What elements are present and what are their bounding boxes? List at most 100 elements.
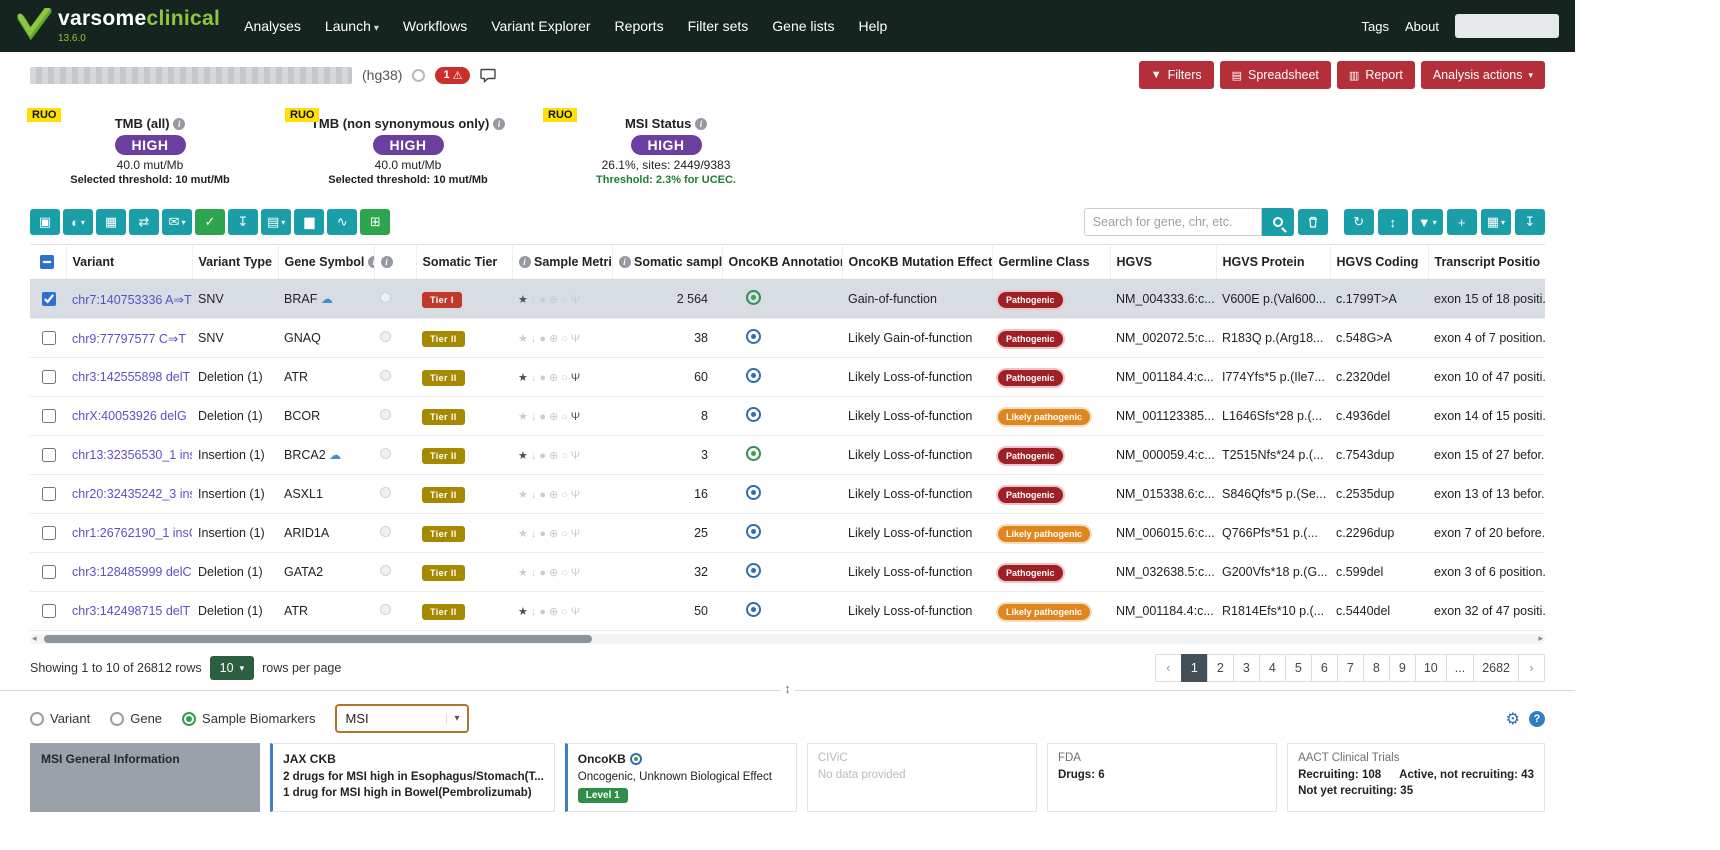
- page-button-7[interactable]: 7: [1337, 654, 1364, 682]
- row-checkbox[interactable]: [42, 565, 56, 579]
- info-icon[interactable]: i: [493, 118, 505, 130]
- page-button-6[interactable]: 6: [1311, 654, 1338, 682]
- sort-button[interactable]: ↕: [1378, 209, 1408, 235]
- sample-metrics-cell[interactable]: ★↓●⊕○Ψ: [512, 436, 612, 475]
- row-checkbox[interactable]: [42, 487, 56, 501]
- bookmark-icon[interactable]: ★: [518, 450, 528, 462]
- files-button[interactable]: ▤▾: [261, 209, 291, 235]
- download-icon[interactable]: ↓: [531, 567, 537, 579]
- comments-bubble-icon[interactable]: [480, 68, 496, 83]
- info-icon[interactable]: i: [619, 256, 631, 268]
- summary-button[interactable]: ▣: [30, 209, 60, 235]
- somatic-tier-badge[interactable]: Tier II: [422, 565, 465, 581]
- fork-icon[interactable]: Ψ: [571, 372, 580, 384]
- filters-button[interactable]: ▼Filters: [1139, 61, 1214, 89]
- civic-card[interactable]: CIViC No data provided: [807, 743, 1037, 812]
- info-icon[interactable]: i: [519, 256, 531, 268]
- col-gene-symbol[interactable]: Gene Symbol i: [278, 245, 374, 280]
- variant-link[interactable]: chr20:32435242_3 insC: [72, 487, 192, 501]
- nav-item-filter-sets[interactable]: Filter sets: [688, 18, 749, 34]
- somatic-tier-badge[interactable]: Tier II: [422, 331, 465, 347]
- nav-item-tags[interactable]: Tags: [1362, 19, 1389, 34]
- bookmark-icon[interactable]: ★: [518, 528, 528, 540]
- info-icon[interactable]: i: [173, 118, 185, 130]
- variant-link[interactable]: chrX:40053926 delG: [72, 409, 187, 423]
- person-icon[interactable]: ●: [539, 294, 546, 306]
- circle-icon[interactable]: ○: [561, 411, 568, 423]
- somatic-tier-badge[interactable]: Tier II: [422, 448, 465, 464]
- msi-general-information-card[interactable]: MSI General Information: [30, 743, 260, 812]
- globe-icon[interactable]: ⊕: [549, 450, 558, 462]
- col-variant-type[interactable]: Variant Type: [192, 245, 278, 280]
- oncokb-target-icon[interactable]: [746, 524, 761, 539]
- fork-icon[interactable]: Ψ: [571, 489, 580, 501]
- col-oncokb-annotation[interactable]: OncoKB Annotation: [722, 245, 842, 280]
- table-row[interactable]: chr9:77797577 C⇒TSNVGNAQTier II★↓●⊕○Ψ38L…: [30, 319, 1545, 358]
- globe-icon[interactable]: ⊕: [549, 411, 558, 423]
- nav-item-reports[interactable]: Reports: [615, 18, 664, 34]
- germline-class-badge[interactable]: Pathogenic: [998, 331, 1063, 347]
- annotation-cloud-icon[interactable]: ☁: [321, 292, 333, 306]
- oncokb-card[interactable]: OncoKB Oncogenic, Unknown Biological Eff…: [565, 743, 797, 812]
- download-icon[interactable]: ↓: [531, 372, 537, 384]
- fork-icon[interactable]: Ψ: [571, 606, 580, 618]
- nav-item-gene-lists[interactable]: Gene lists: [772, 18, 834, 34]
- germline-class-badge[interactable]: Likely pathogenic: [998, 526, 1090, 542]
- search-input[interactable]: [1084, 208, 1262, 236]
- page-button-9[interactable]: 9: [1389, 654, 1416, 682]
- row-checkbox[interactable]: [42, 526, 56, 540]
- bookmark-icon[interactable]: ★: [518, 333, 528, 345]
- somatic-tier-badge[interactable]: Tier II: [422, 370, 465, 386]
- select-all-checkbox[interactable]: [40, 255, 54, 269]
- radio-variant[interactable]: Variant: [30, 711, 90, 726]
- nav-item-workflows[interactable]: Workflows: [403, 18, 467, 34]
- coverage-table-button[interactable]: ▦: [96, 209, 126, 235]
- germline-class-badge[interactable]: Likely pathogenic: [998, 604, 1090, 620]
- sample-metrics-cell[interactable]: ★↓●⊕○Ψ: [512, 319, 612, 358]
- person-icon[interactable]: ●: [539, 450, 546, 462]
- next-page-button[interactable]: ›: [1518, 654, 1545, 682]
- page-button-10[interactable]: 10: [1415, 654, 1447, 682]
- col-flags[interactable]: i: [374, 245, 416, 280]
- oncokb-target-icon[interactable]: [746, 329, 761, 344]
- row-checkbox[interactable]: [42, 604, 56, 618]
- approve-button[interactable]: ✓: [195, 209, 225, 235]
- oncokb-target-icon[interactable]: [746, 602, 761, 617]
- oncokb-target-icon[interactable]: [746, 485, 761, 500]
- radio-sample-biomarkers[interactable]: Sample Biomarkers: [182, 711, 315, 726]
- page-button-1[interactable]: 1: [1181, 654, 1208, 682]
- variant-link[interactable]: chr9:77797577 C⇒T: [72, 332, 186, 346]
- col-oncokb-mutation-effect[interactable]: OncoKB Mutation Effect: [842, 245, 992, 280]
- sample-metrics-cell[interactable]: ★↓●⊕○Ψ: [512, 514, 612, 553]
- sample-metrics-cell[interactable]: ★↓●⊕○Ψ: [512, 553, 612, 592]
- status-ring-icon[interactable]: [412, 69, 425, 82]
- tmb-all-card[interactable]: RUO TMB (all) i HIGH 40.0 mut/Mb Selecte…: [25, 108, 275, 194]
- prev-page-button[interactable]: ‹: [1155, 654, 1182, 682]
- rows-per-page-select[interactable]: 10▾: [210, 656, 254, 680]
- circle-icon[interactable]: ○: [561, 489, 568, 501]
- circle-icon[interactable]: ○: [561, 333, 568, 345]
- row-checkbox[interactable]: [42, 370, 56, 384]
- page-button-3[interactable]: 3: [1233, 654, 1260, 682]
- bookmark-icon[interactable]: ★: [518, 567, 528, 579]
- table-row[interactable]: chr1:26762190_1 insCInsertion (1)ARID1AT…: [30, 514, 1545, 553]
- info-icon[interactable]: i: [695, 118, 707, 130]
- col-somatic-samples[interactable]: i Somatic samples: [612, 245, 722, 280]
- msi-status-card[interactable]: RUO MSI Status i HIGH 26.1%, sites: 2449…: [541, 108, 791, 194]
- nav-item-launch[interactable]: Launch▾: [325, 18, 379, 34]
- col-somatic-tier[interactable]: Somatic Tier: [416, 245, 512, 280]
- col-variant[interactable]: Variant: [66, 245, 192, 280]
- fork-icon[interactable]: Ψ: [571, 528, 580, 540]
- charts-button[interactable]: ◐▾: [63, 209, 93, 235]
- row-checkbox[interactable]: [42, 292, 56, 306]
- globe-icon[interactable]: ⊕: [549, 528, 558, 540]
- analysis-actions-button[interactable]: Analysis actions▾: [1421, 61, 1545, 89]
- refresh-button[interactable]: ↻: [1344, 209, 1374, 235]
- globe-icon[interactable]: ⊕: [549, 333, 558, 345]
- info-icon[interactable]: i: [381, 256, 393, 268]
- somatic-tier-badge[interactable]: Tier II: [422, 604, 465, 620]
- table-row[interactable]: chr13:32356530_1 insAInsertion (1)BRCA2 …: [30, 436, 1545, 475]
- page-button-4[interactable]: 4: [1259, 654, 1286, 682]
- oncokb-target-icon[interactable]: [746, 563, 761, 578]
- person-icon[interactable]: ●: [539, 372, 546, 384]
